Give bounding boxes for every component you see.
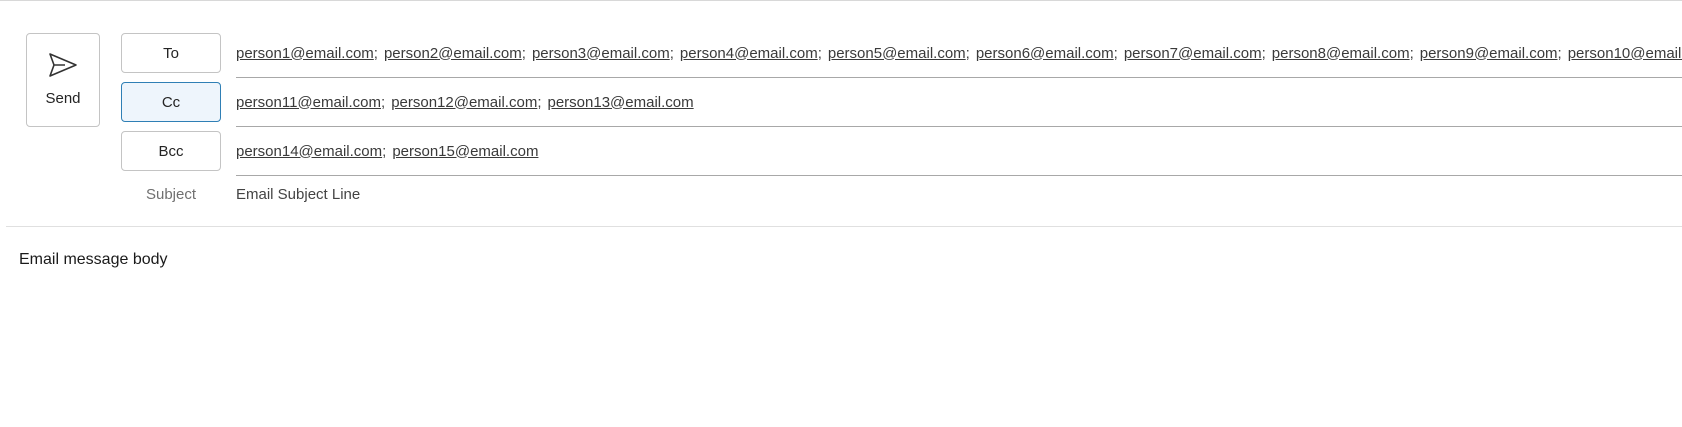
bcc-button[interactable]: Bcc xyxy=(121,131,221,171)
recipient-chip[interactable]: person8@email.com xyxy=(1272,45,1410,62)
recipient-separator: ; xyxy=(965,44,970,62)
cc-button[interactable]: Cc xyxy=(121,82,221,122)
subject-label: Subject xyxy=(145,186,197,203)
recipient-separator: ; xyxy=(817,44,822,62)
recipient-chip[interactable]: person7@email.com xyxy=(1124,45,1262,62)
send-button[interactable]: Send xyxy=(26,33,100,127)
recipient-separator: ; xyxy=(1261,44,1266,62)
message-body[interactable]: Email message body xyxy=(19,251,168,269)
send-icon xyxy=(49,53,77,77)
to-field[interactable]: person1@email.com; person2@email.com; pers… xyxy=(236,29,1682,78)
recipient-chip[interactable]: person4@email.com xyxy=(680,45,818,62)
recipient-chip[interactable]: person1@email.com xyxy=(236,45,374,62)
send-label: Send xyxy=(45,90,81,107)
recipient-separator: ; xyxy=(1113,44,1118,62)
cc-field[interactable]: person11@email.com; person12@email.com; pe… xyxy=(236,78,1682,127)
recipient-separator: ; xyxy=(1409,44,1414,62)
recipient-chip[interactable]: person6@email.com xyxy=(976,45,1114,62)
subject-input[interactable]: Email Subject Line xyxy=(236,186,360,203)
recipient-separator: ; xyxy=(381,93,386,111)
recipient-chip[interactable]: person14@email.com xyxy=(236,143,382,160)
recipient-separator: ; xyxy=(521,44,526,62)
compose-window: Send To Cc Bcc person1@email.com; person2… xyxy=(0,0,1682,427)
recipient-chip[interactable]: person15@email.com xyxy=(392,143,538,160)
recipient-chip[interactable]: person12@email.com xyxy=(391,94,537,111)
recipient-chip[interactable]: person3@email.com xyxy=(532,45,670,62)
recipient-separator: ; xyxy=(373,44,378,62)
recipient-separator: ; xyxy=(382,142,387,160)
recipient-separator: ; xyxy=(537,93,542,111)
recipient-chip[interactable]: person9@email.com xyxy=(1420,45,1558,62)
recipient-separator: ; xyxy=(669,44,674,62)
to-button[interactable]: To xyxy=(121,33,221,73)
header-divider xyxy=(6,226,1682,227)
recipient-chip[interactable]: person11@email.com xyxy=(236,94,381,111)
recipient-separator: ; xyxy=(1557,44,1562,62)
recipient-chip[interactable]: person10@email.com xyxy=(1568,45,1682,62)
bcc-field[interactable]: person14@email.com; person15@email.com xyxy=(236,127,1682,176)
recipient-chip[interactable]: person2@email.com xyxy=(384,45,522,62)
recipient-chip[interactable]: person5@email.com xyxy=(828,45,966,62)
recipient-chip[interactable]: person13@email.com xyxy=(548,94,694,111)
